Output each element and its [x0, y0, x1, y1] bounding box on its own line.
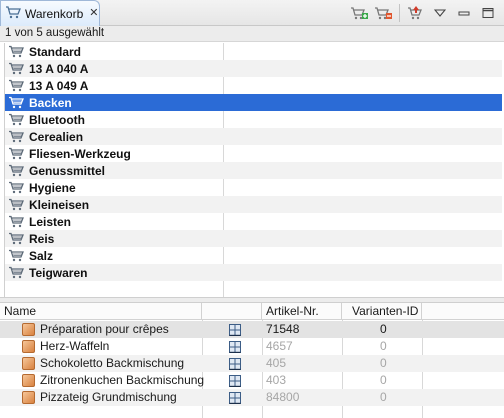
article-number: 84800 [266, 390, 300, 404]
article-name-cell: Zitronenkuchen Backmischung [22, 372, 204, 389]
table-row[interactable]: Préparation pour crêpes 71548 0 [0, 321, 504, 338]
details-grid-icon[interactable] [228, 338, 242, 355]
cart-list-item-label: Kleineisen [29, 197, 90, 212]
shopping-cart-icon [7, 232, 25, 246]
cart-list-item[interactable]: Leisten [5, 213, 502, 230]
column-header-variant-id[interactable]: Varianten-ID [342, 303, 422, 320]
article-icon [22, 374, 35, 387]
variant-id: 0 [380, 339, 387, 353]
details-grid-icon[interactable] [228, 372, 242, 389]
shopping-cart-icon [7, 249, 25, 263]
shopping-cart-icon [7, 164, 25, 178]
cart-list-item-label: Fliesen-Werkzeug [29, 146, 131, 161]
article-name: Pizzateig Grundmischung [40, 390, 177, 404]
table-row[interactable]: Herz-Waffeln 4657 0 [0, 338, 504, 355]
cart-list-item-label: Backen [29, 95, 72, 110]
toolbar-separator [399, 4, 400, 22]
minimize-icon[interactable] [454, 3, 474, 23]
cart-list-item-label: 13 A 040 A [29, 61, 89, 76]
cart-list-item[interactable]: Kleineisen [5, 196, 502, 213]
article-name: Préparation pour crêpes [40, 322, 169, 336]
article-name-cell: Pizzateig Grundmischung [22, 389, 177, 406]
shopping-cart-icon [7, 147, 25, 161]
cart-list-item-label: Reis [29, 231, 55, 246]
maximize-icon[interactable] [478, 3, 498, 23]
cart-list-item[interactable]: Genussmittel [5, 162, 502, 179]
column-header-name[interactable]: Name [0, 303, 202, 320]
details-grid-icon[interactable] [228, 321, 242, 338]
cart-icon [5, 5, 21, 22]
cart-list-item[interactable]: Cerealien [5, 128, 502, 145]
shopping-cart-icon [7, 266, 25, 280]
cart-list-item-label: 13 A 049 A [29, 78, 89, 93]
table-row[interactable]: Schokoletto Backmischung 405 0 [0, 355, 504, 372]
cart-list-item[interactable]: 13 A 049 A [5, 77, 502, 94]
article-name: Zitronenkuchen Backmischung [40, 373, 205, 387]
variant-id: 0 [380, 322, 387, 336]
cart-list-item[interactable]: Backen [5, 94, 502, 111]
upload-icon[interactable] [406, 3, 426, 23]
shopping-cart-icon [7, 62, 25, 76]
close-icon[interactable]: ✕ [89, 8, 98, 19]
cart-list-item[interactable]: Reis [5, 230, 502, 247]
details-grid-icon[interactable] [228, 389, 242, 406]
shopping-cart-icon [7, 198, 25, 212]
article-number: 4657 [266, 339, 293, 353]
column-header-article-no[interactable]: Artikel-Nr. [262, 303, 342, 320]
cart-list-item[interactable]: Hygiene [5, 179, 502, 196]
cart-list-item-label: Standard [29, 44, 82, 59]
details-grid-icon[interactable] [228, 355, 242, 372]
article-icon [22, 323, 35, 336]
table-header: Name Artikel-Nr. Varianten-ID [0, 303, 504, 320]
selection-status: 1 von 5 ausgewählt [0, 26, 504, 42]
cart-list-item[interactable]: Teigwaren [5, 264, 502, 281]
shopping-cart-icon [7, 96, 25, 110]
article-icon [22, 357, 35, 370]
cart-remove-icon[interactable] [373, 3, 393, 23]
variant-id: 0 [380, 356, 387, 370]
cart-add-icon[interactable] [349, 3, 369, 23]
shopping-cart-icon [7, 113, 25, 127]
article-name: Herz-Waffeln [40, 339, 110, 353]
article-name-cell: Herz-Waffeln [22, 338, 109, 355]
article-table: Name Artikel-Nr. Varianten-ID Préparatio… [0, 303, 504, 418]
article-number: 71548 [266, 322, 300, 336]
cart-list-item-label: Leisten [29, 214, 72, 229]
shopping-cart-icon [7, 181, 25, 195]
tab-title: Warenkorb [25, 6, 84, 21]
cart-list-item[interactable]: Fliesen-Werkzeug [5, 145, 502, 162]
cart-list-item[interactable]: 13 A 040 A [5, 60, 502, 77]
cart-list-item[interactable]: Bluetooth [5, 111, 502, 128]
variant-id: 0 [380, 390, 387, 404]
cart-list-item[interactable]: Standard [5, 43, 502, 60]
tab-warenkorb[interactable]: Warenkorb ✕ [0, 0, 100, 26]
article-number: 403 [266, 373, 287, 387]
article-number: 405 [266, 356, 287, 370]
cart-list-item-label: Teigwaren [29, 265, 88, 280]
table-row[interactable]: Zitronenkuchen Backmischung 403 0 [0, 372, 504, 389]
table-row[interactable]: Pizzateig Grundmischung 84800 0 [0, 389, 504, 406]
cart-list: Standard 13 A 040 A 13 A 049 A Backen Blueto… [4, 43, 502, 297]
view-tab-bar: Warenkorb ✕ [0, 0, 504, 26]
view-toolbar [349, 3, 498, 23]
cart-list-item-label: Cerealien [29, 129, 84, 144]
shopping-cart-icon [7, 130, 25, 144]
cart-list-item-label: Genussmittel [29, 163, 106, 178]
article-icon [22, 391, 35, 404]
shopping-cart-icon [7, 215, 25, 229]
article-icon [22, 340, 35, 353]
column-header-icon[interactable] [202, 303, 262, 320]
variant-id: 0 [380, 373, 387, 387]
shopping-cart-icon [7, 79, 25, 93]
cart-list-item-label: Hygiene [29, 180, 76, 195]
shopping-cart-icon [7, 45, 25, 59]
article-name-cell: Schokoletto Backmischung [22, 355, 184, 372]
cart-list-item-label: Bluetooth [29, 112, 85, 127]
article-name: Schokoletto Backmischung [40, 356, 185, 370]
cart-list-item-label: Salz [29, 248, 54, 263]
article-name-cell: Préparation pour crêpes [22, 321, 169, 338]
cart-list-item[interactable]: Salz [5, 247, 502, 264]
view-menu-icon[interactable] [430, 3, 450, 23]
